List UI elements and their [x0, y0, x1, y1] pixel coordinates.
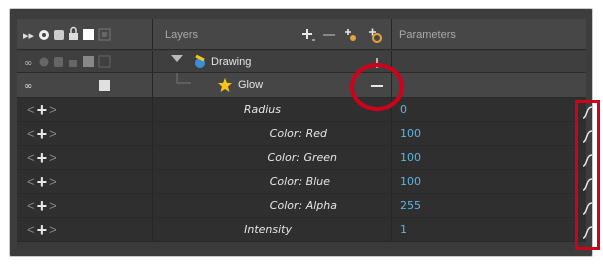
motion-icon: ▸▸ [23, 29, 35, 42]
parameter-value[interactable]: 1 [400, 223, 407, 236]
highlight-box [575, 100, 600, 250]
parameter-value[interactable]: 100 [400, 175, 421, 188]
timeline-header: ▸▸ Layers Parameters [17, 19, 586, 50]
next-keyframe-icon[interactable]: > [49, 151, 57, 165]
keyframe-nav[interactable]: < + > [27, 125, 57, 143]
lock-icon [69, 33, 78, 40]
add-keyframe-icon[interactable]: + [37, 149, 48, 167]
add-keyframe-icon[interactable]: + [37, 221, 48, 239]
parameter-name: Radius [243, 103, 281, 116]
star-icon [218, 78, 232, 92]
timeline-panel: ▸▸ Layers Parameters ∞ Drawing ∞ Glow < … [17, 19, 586, 250]
database-icon [54, 30, 64, 40]
prev-keyframe-icon[interactable]: < [27, 103, 35, 117]
keyframe-nav[interactable]: < + > [27, 101, 57, 119]
keyframe-nav[interactable]: < + > [27, 173, 57, 191]
drawing-layer-icon [195, 54, 205, 68]
parameter-row[interactable]: < + > Color: Red 100 [17, 122, 586, 146]
prev-keyframe-icon[interactable]: < [27, 223, 35, 237]
layers-label: Layers [165, 29, 199, 41]
color-swatch-icon [83, 29, 94, 40]
layer-toggle-icons[interactable]: ▸▸ [17, 19, 152, 50]
keyframe-nav[interactable]: < + > [27, 197, 57, 215]
next-keyframe-icon[interactable]: > [49, 175, 57, 189]
parameter-name: Color: Alpha [269, 199, 337, 212]
prev-keyframe-icon[interactable]: < [27, 175, 35, 189]
add-keyframe-icon[interactable]: + [37, 101, 48, 119]
parameter-row[interactable]: < + > Color: Alpha 255 [17, 194, 586, 218]
next-keyframe-icon[interactable]: > [49, 199, 57, 213]
parameter-row[interactable]: < + > Color: Green 100 [17, 146, 586, 170]
parameter-row[interactable]: < + > Color: Blue 100 [17, 170, 586, 194]
parameter-row[interactable]: < + > Radius 0 [17, 98, 586, 122]
next-keyframe-icon[interactable]: > [49, 127, 57, 141]
parameter-value[interactable]: 255 [400, 199, 421, 212]
layer-row-glow[interactable]: ∞ Glow [17, 73, 586, 98]
parameter-value[interactable]: 0 [400, 103, 407, 116]
minus-icon[interactable] [322, 33, 338, 39]
add-keyframe-icon[interactable]: + [37, 197, 48, 215]
keyframe-nav[interactable]: < + > [27, 221, 57, 239]
parameter-value[interactable]: 100 [400, 127, 421, 140]
next-keyframe-icon[interactable]: > [49, 103, 57, 117]
parameters-label: Parameters [399, 29, 456, 41]
motion-icon: ∞ [24, 58, 32, 69]
parameter-name: Color: Red [269, 127, 327, 140]
next-keyframe-icon[interactable]: > [49, 223, 57, 237]
parameter-name: Intensity [244, 223, 292, 236]
add-keyframe-icon[interactable]: + [37, 173, 48, 191]
parameter-row[interactable]: < + > Intensity 1 [17, 218, 586, 242]
highlight-circle [350, 63, 404, 111]
tree-connector-icon [176, 73, 191, 84]
layer-toggle-header: ▸▸ [17, 19, 152, 49]
color-swatch-icon [99, 80, 110, 91]
plus-icon[interactable] [300, 27, 318, 45]
add-drawing-icon[interactable] [342, 27, 358, 43]
layer-name-drawing: Drawing [211, 56, 252, 68]
column-divider [391, 19, 392, 49]
prev-keyframe-icon[interactable]: < [27, 151, 35, 165]
layer-row-drawing[interactable]: ∞ Drawing [17, 51, 586, 73]
parameter-value[interactable]: 100 [400, 151, 421, 164]
layer-toggles[interactable]: ∞ [17, 73, 152, 98]
layer-toggles[interactable]: ∞ [17, 51, 152, 73]
prev-keyframe-icon[interactable]: < [27, 127, 35, 141]
layer-name-glow: Glow [238, 79, 264, 91]
prev-keyframe-icon[interactable]: < [27, 199, 35, 213]
keyframe-nav[interactable]: < + > [27, 149, 57, 167]
add-effect-icon[interactable] [365, 26, 383, 44]
motion-icon: ∞ [24, 81, 32, 92]
parameter-name: Color: Blue [269, 175, 330, 188]
column-divider [152, 19, 153, 49]
expand-triangle-icon[interactable] [170, 54, 184, 64]
add-keyframe-icon[interactable]: + [37, 125, 48, 143]
parameter-name: Color: Green [267, 151, 337, 164]
